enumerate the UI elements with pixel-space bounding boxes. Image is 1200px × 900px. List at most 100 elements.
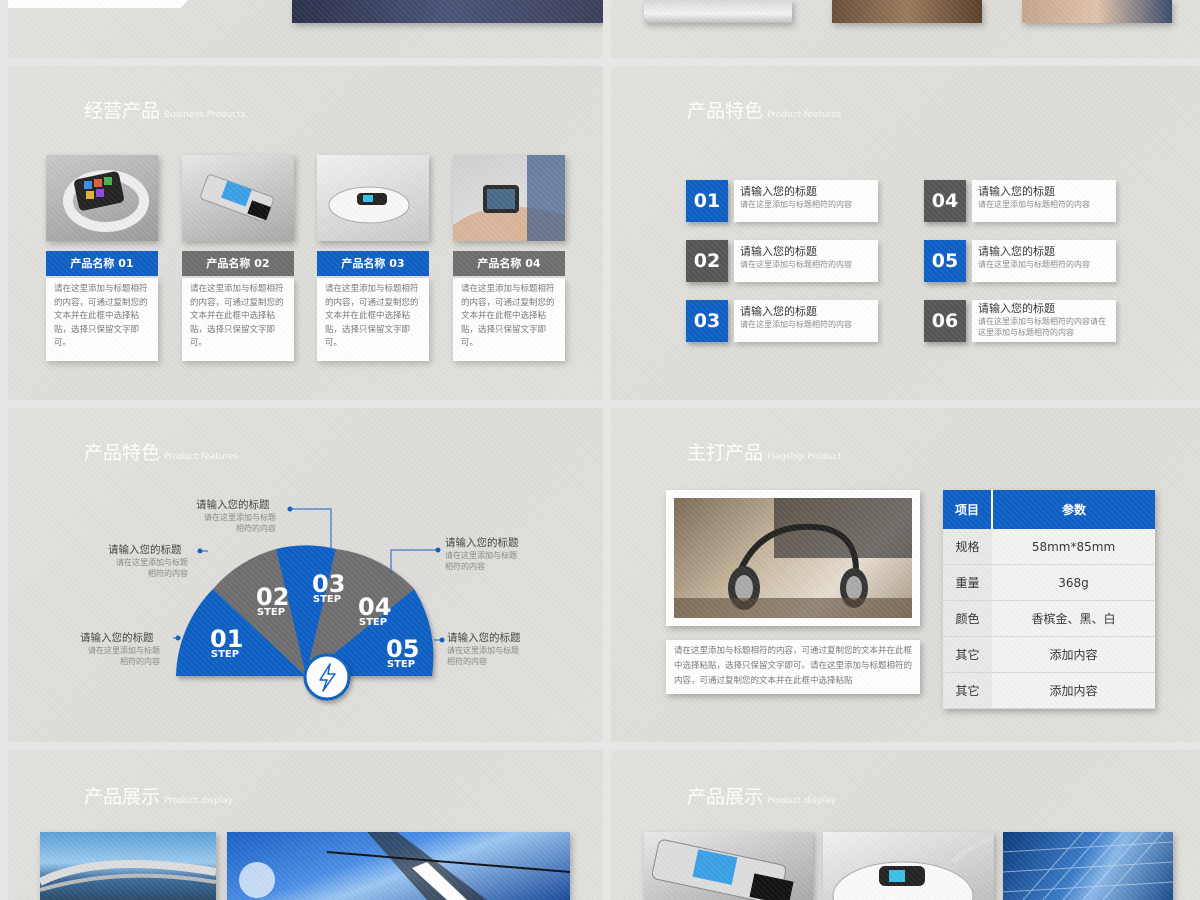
feature-number-5: 05	[924, 240, 966, 282]
spec-key: 重量	[943, 564, 992, 601]
step-desc-2: 请在这里添加与标题相符的内容	[108, 557, 188, 579]
spec-table: 项目 参数 规格 58mm*85mm 重量 368g 颜色 香槟金、黑、白 其它 添加内容…	[943, 490, 1155, 709]
step-title-4: 请输入您的标题	[445, 537, 519, 549]
feature-title-1: 请输入您的标题	[740, 185, 817, 198]
feature-number-4: 04	[924, 180, 966, 222]
product-desc-3: 请在这里添加与标题相符的内容，可通过复制您的文本并在此框中选择粘贴，选择只保留文…	[317, 278, 429, 361]
slide-title: 经营产品 Business Products	[84, 96, 245, 123]
connector-line-3	[290, 508, 332, 549]
product-image-usb	[182, 155, 294, 241]
step-desc-4b: 相符的内容	[445, 562, 485, 571]
step-fan-diagram	[173, 506, 445, 701]
slide-top-left	[8, 0, 603, 58]
display-photo-bridge	[40, 832, 216, 900]
step-title-2: 请输入您的标题	[108, 544, 182, 556]
headphones-icon	[674, 498, 912, 618]
wrist-device-icon	[453, 155, 565, 241]
display-photo-building	[1003, 832, 1173, 900]
step-desc-1: 请在这里添加与标题 相符的内容	[80, 645, 160, 667]
title-cn: 产品特色	[687, 100, 764, 122]
table-row: 其它 添加内容	[943, 672, 1155, 709]
feature-desc-3: 请在这里添加与标题相符的内容	[740, 320, 852, 329]
step-number-5: 05 STEP	[386, 637, 419, 670]
step-desc-2a: 请在这里添加与标题	[116, 558, 188, 567]
athlete-icon	[239, 832, 570, 900]
product-label-2: 产品名称 02	[182, 251, 294, 276]
step-num-1: 01	[210, 625, 244, 653]
title-cn: 产品展示	[84, 786, 161, 808]
slide-title: 产品展示 Product display	[84, 782, 233, 809]
step-desc-1b: 相符的内容	[120, 657, 160, 666]
usb-device-icon	[651, 839, 794, 900]
step-number-2: 02 STEP	[256, 583, 290, 618]
spec-key: 规格	[943, 529, 992, 565]
table-row: 颜色 香槟金、黑、白	[943, 600, 1155, 637]
slide-product-display-right: 产品展示 Product display	[611, 750, 1200, 900]
step-word-5: STEP	[386, 659, 416, 670]
display-photo-sports	[227, 832, 570, 900]
product-image-wristband	[453, 155, 565, 241]
title-en: Product display	[164, 796, 234, 806]
flagship-photo-frame	[666, 490, 920, 626]
spec-header-row: 项目 参数	[943, 490, 1155, 529]
headphones-photo	[674, 498, 912, 618]
feature-title-6: 请输入您的标题	[978, 302, 1055, 315]
top-right-photo-1	[644, 0, 792, 23]
feature-number-3: 03	[686, 300, 728, 342]
step-number-1: 01 STEP	[210, 625, 244, 660]
spec-header-param: 参数	[992, 490, 1155, 529]
mouse-icon	[328, 171, 430, 224]
table-row: 规格 58mm*85mm	[943, 529, 1155, 565]
mouse-icon	[832, 835, 994, 900]
spec-value: 添加内容	[992, 636, 1155, 673]
feature-desc-1: 请在这里添加与标题相符的内容	[740, 200, 852, 209]
top-left-white-tab	[8, 0, 188, 8]
step-desc-2b: 相符的内容	[148, 569, 188, 578]
step-desc-5b: 相符的内容	[447, 657, 487, 666]
display-photo-usb	[644, 832, 813, 900]
feature-desc-5: 请在这里添加与标题相符的内容	[978, 260, 1090, 269]
title-en: Product display	[767, 796, 837, 806]
feature-box-3: 请输入您的标题请在这里添加与标题相符的内容	[734, 300, 878, 342]
step-num-2: 02	[256, 583, 290, 611]
spec-value: 368g	[992, 564, 1155, 601]
feature-title-3: 请输入您的标题	[740, 305, 817, 318]
step-desc-4: 请在这里添加与标题 相符的内容	[445, 550, 525, 572]
spec-value: 添加内容	[992, 672, 1155, 709]
smartwatch-icon	[63, 170, 149, 232]
table-row: 其它 添加内容	[943, 636, 1155, 673]
title-cn: 经营产品	[84, 100, 161, 122]
title-en: Product features	[767, 110, 842, 120]
step-word-4: STEP	[358, 617, 388, 628]
slide-flagship-product: 主打产品 Flagship Product 请在这里添加与标题相符的内容，可通过复…	[611, 408, 1200, 742]
feature-number-6: 06	[924, 300, 966, 342]
step-number-3: 03 STEP	[312, 572, 345, 605]
product-label-1: 产品名称 01	[46, 251, 158, 276]
spec-header-item: 项目	[943, 490, 993, 529]
feature-box-2: 请输入您的标题 请在这里添加与标题相符的内容	[734, 240, 878, 282]
product-image-mouse	[317, 155, 430, 241]
title-cn: 主打产品	[687, 442, 764, 464]
product-label-3: 产品名称 03	[317, 251, 429, 276]
slide-product-display-left: 产品展示 Product display	[8, 750, 603, 900]
step-num-4: 04	[358, 593, 392, 621]
step-desc-3a: 请在这里添加与标题	[204, 513, 276, 522]
product-label-4: 产品名称 04	[453, 251, 565, 276]
step-number-4: 04 STEP	[358, 593, 392, 628]
step-title-3: 请输入您的标题	[196, 499, 270, 511]
spec-key: 其它	[943, 672, 992, 709]
spec-value: 香槟金、黑、白	[992, 600, 1155, 637]
slide-product-features-steps: 产品特色 Product features 01 STEP 02 STEP 03 STE…	[8, 408, 603, 742]
table-row: 重量 368g	[943, 564, 1155, 601]
slide-product-features-list: 产品特色 Product features 01 请输入您的标题 请在这里添加与标题…	[611, 66, 1200, 400]
step-desc-3b: 相符的内容	[236, 524, 276, 533]
feature-box-4: 请输入您的标题 请在这里添加与标题相符的内容	[972, 180, 1116, 222]
usb-device-icon	[200, 174, 274, 222]
spec-key: 其它	[943, 636, 992, 673]
feature-number-2: 02	[686, 240, 728, 282]
slide-top-right	[611, 0, 1200, 58]
title-en: Flagship Product	[767, 452, 842, 462]
lightning-circle	[303, 653, 351, 701]
top-right-photo-3	[1022, 0, 1172, 23]
spec-value: 58mm*85mm	[992, 529, 1155, 565]
